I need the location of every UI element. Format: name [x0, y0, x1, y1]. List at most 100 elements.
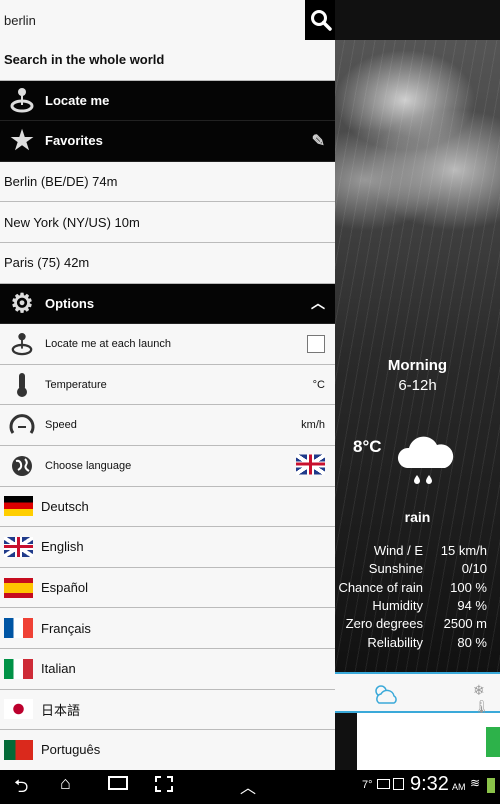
stat-label: Wind / E — [373, 543, 423, 558]
search-input[interactable] — [0, 0, 305, 40]
location-pin-icon — [4, 332, 40, 356]
search-icon[interactable] — [310, 9, 332, 31]
language-item[interactable]: 日本語 — [0, 690, 335, 731]
speedometer-icon — [4, 413, 40, 437]
option-row[interactable]: Speed km/h — [0, 405, 335, 446]
weather-stat-row: Humidity 94 % — [335, 598, 487, 613]
stat-value: 94 % — [457, 597, 487, 613]
option-row[interactable]: Choose language — [0, 446, 335, 487]
favorite-label: Paris (75) 42m — [4, 255, 90, 271]
star-icon: ★ — [10, 125, 34, 156]
stat-value: 0/10 — [461, 561, 487, 577]
favorite-item[interactable]: New York (NY/US) 10m — [0, 202, 335, 243]
portugal-flag-icon — [0, 739, 41, 760]
stat-label: Reliability — [367, 634, 423, 650]
favorites-header: ★ Favorites ✎ — [0, 121, 335, 162]
uk-flag-icon[interactable] — [292, 454, 333, 477]
weather-stat-row: Sunshine 0/10 — [335, 561, 487, 576]
italy-flag-icon — [0, 658, 41, 679]
option-value[interactable]: °C — [313, 379, 325, 391]
gear-icon: ⚙ — [10, 287, 34, 318]
temperature: 8°C — [353, 437, 382, 456]
chevron-up-icon[interactable]: ︿ — [311, 293, 325, 313]
option-value[interactable]: km/h — [301, 419, 325, 431]
tab-bar: ❄🌡 — [335, 672, 500, 716]
language-label: Español — [41, 580, 88, 596]
option-label: Speed — [45, 419, 77, 432]
language-item[interactable]: Deutsch — [0, 487, 335, 528]
uk-flag-icon — [0, 536, 41, 557]
language-label: Deutsch — [41, 498, 89, 514]
language-item[interactable]: Español — [0, 568, 335, 609]
stat-value: 15 km/h — [440, 543, 487, 558]
status-temp: 7° — [362, 779, 373, 791]
option-label: Temperature — [45, 378, 107, 391]
favorite-item[interactable]: Berlin (BE/DE) 74m — [0, 162, 335, 203]
option-row[interactable]: Locate me at each launch — [0, 324, 335, 365]
ad-banner[interactable] — [357, 713, 500, 770]
clock-ampm: AM — [452, 782, 466, 792]
japan-flag-icon — [0, 699, 41, 720]
edit-pencil-icon[interactable]: ✎ — [312, 131, 325, 151]
period-label: Morning — [387, 357, 448, 374]
clock: 9:32 — [410, 773, 449, 795]
language-label: Français — [41, 620, 91, 636]
stat-label: Sunshine — [368, 561, 423, 577]
favorites-label: Favorites — [45, 133, 103, 149]
favorite-label: New York (NY/US) 10m — [4, 214, 140, 230]
language-item[interactable]: Français — [0, 608, 335, 649]
side-menu: Search in the whole world Locate me ★ Fa… — [0, 40, 335, 770]
clipboard-icon — [393, 778, 404, 790]
stat-value: 2500 m — [443, 616, 487, 632]
france-flag-icon — [0, 618, 41, 639]
germany-flag-icon — [0, 496, 41, 517]
favorite-label: Berlin (BE/DE) 74m — [4, 174, 118, 190]
rain-cloud-icon — [397, 436, 454, 484]
location-pin-icon — [4, 87, 40, 113]
language-label: Português — [41, 742, 101, 758]
weather-background — [335, 40, 500, 672]
options-header[interactable]: ⚙ Options ︿ — [0, 283, 335, 325]
option-row[interactable]: Temperature °C — [0, 365, 335, 406]
home-button[interactable]: ⌂ — [60, 773, 71, 794]
language-label: 日本語 — [41, 702, 81, 718]
language-item[interactable]: English — [0, 527, 335, 568]
stat-label: Zero degrees — [345, 616, 423, 632]
weather-panel: Morning 6-12h 8°C rain Wind / E 15 km/h Su… — [335, 0, 500, 770]
language-item[interactable]: Italian — [0, 649, 335, 690]
thermometer-icon — [4, 372, 40, 398]
period-hours: 6-12h — [398, 377, 437, 394]
search-world-label: Search in the whole world — [4, 52, 165, 68]
option-label: Locate me at each launch — [45, 337, 171, 350]
battery-icon — [487, 778, 495, 793]
weather-stat-row: Wind / E 15 km/h — [335, 543, 487, 558]
language-label: English — [41, 539, 84, 555]
wifi-icon: ≋ — [470, 776, 481, 790]
condition: rain — [404, 509, 431, 525]
options-label: Options — [45, 295, 95, 311]
stat-label: Chance of rain — [338, 579, 423, 595]
tab-forecast-icon[interactable] — [371, 682, 399, 706]
favorite-item[interactable]: Paris (75) 42m — [0, 243, 335, 284]
locate-me-label: Locate me — [45, 92, 110, 108]
chevron-up-icon[interactable]: ︿ — [240, 774, 256, 798]
language-label: Italian — [41, 661, 76, 677]
locate-at-launch-checkbox[interactable] — [307, 334, 325, 353]
search-world-button[interactable]: Search in the whole world — [0, 40, 335, 81]
weather-stat-row: Zero degrees 2500 m — [335, 616, 487, 631]
globe-icon — [4, 454, 40, 478]
system-status-bar: ⮌ ⌂ ︿ 7° 9:32 AM ≋ — [0, 770, 500, 800]
locate-me-button[interactable]: Locate me — [0, 80, 335, 122]
ad-button[interactable] — [486, 727, 500, 757]
weather-stat-row: Chance of rain 100 % — [335, 580, 487, 595]
tab-snow-temperature-icon[interactable]: ❄🌡 — [473, 682, 500, 716]
spain-flag-icon — [0, 577, 41, 598]
stat-value: 80 % — [457, 634, 487, 650]
stat-label: Humidity — [372, 597, 423, 613]
weather-stat-row: Reliability 80 % — [335, 635, 487, 650]
screenshot-button[interactable] — [155, 776, 173, 792]
option-label: Choose language — [45, 459, 132, 472]
gallery-icon — [377, 779, 390, 789]
language-item[interactable]: Português — [0, 730, 335, 770]
recent-apps-button[interactable] — [108, 776, 128, 790]
